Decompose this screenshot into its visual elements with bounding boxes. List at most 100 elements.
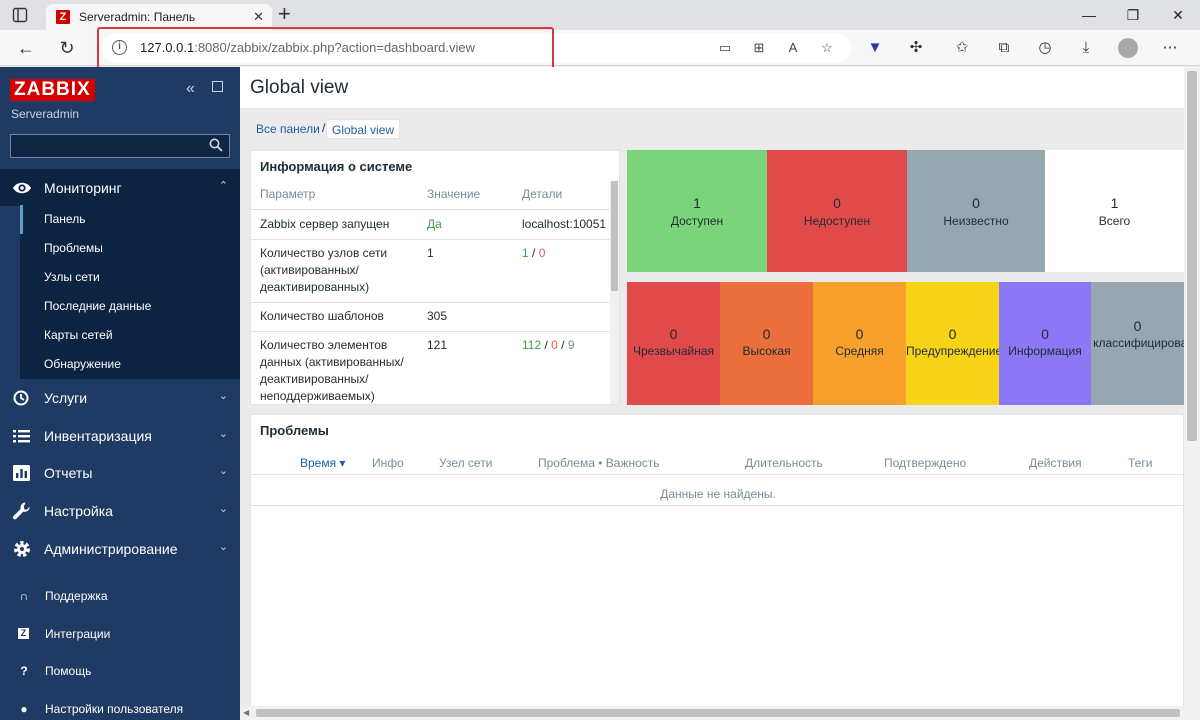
back-icon[interactable]: ← [15,37,37,59]
scroll-left-icon[interactable]: ◀ [243,708,249,717]
tile-value: 1 [693,195,701,211]
menu-item-problems[interactable]: Проблемы [20,234,240,263]
availability-tile-unknown[interactable]: 0 Неизвестно [907,150,1045,272]
divider [251,505,1183,506]
menu-item-hosts[interactable]: Узлы сети [20,263,240,292]
tab-actions-icon[interactable] [12,7,28,23]
menu-item-label: Проблемы [44,241,103,255]
kiosk-mode-icon[interactable] [212,81,223,92]
menu-administration[interactable]: Администрирование ⌄ [0,530,240,567]
collapse-sidebar-icon[interactable]: « [186,80,195,98]
unsupported-count: 9 [567,338,575,352]
availability-tile-available[interactable]: 1 Доступен [627,150,767,272]
eye-icon [13,182,31,194]
problems-widget: Проблемы Время ▾ Инфо Узел сети Проблема… [250,414,1184,720]
page-horizontal-scrollbar[interactable]: ◀ [240,706,1184,720]
menu-item-label: Карты сетей [44,328,113,342]
availability-tile-unavailable[interactable]: 0 Недоступен [767,150,907,272]
separator: / [541,338,552,352]
severity-tile-not-classified[interactable]: 0 Не классифицировано [1091,282,1184,405]
menu-label: Отчеты [44,465,93,481]
history-icon[interactable]: ◷ [1035,38,1055,58]
column-header-info: Инфо [372,456,404,470]
menu-reports[interactable]: Отчеты ⌄ [0,454,240,491]
tab-title: Serveradmin: Панель [79,10,196,24]
breadcrumb-all-dashboards[interactable]: Все панели [256,119,320,139]
menu-label: Настройка [44,503,113,519]
menu-support[interactable]: ∩ Поддержка [0,581,240,611]
tile-value: 0 [1041,326,1049,342]
tile-value: 0 [762,326,771,342]
column-header-host: Узел сети [439,456,493,470]
severity-tile-disaster[interactable]: 0 Чрезвычайная [627,282,720,405]
maximize-icon[interactable]: ❐ [1123,5,1143,25]
close-window-icon[interactable]: ✕ [1168,5,1188,25]
menu-monitoring[interactable]: Мониторинг ⌃ [0,169,240,206]
scrollbar-thumb[interactable] [256,709,1180,717]
tile-label: Всего [1098,214,1131,228]
new-tab-icon[interactable]: + [278,3,291,25]
column-header-time[interactable]: Время ▾ [300,456,345,470]
tile-value: 1 [1110,195,1119,211]
divider [251,239,619,240]
refresh-icon[interactable]: ↻ [56,37,78,59]
menu-inventory[interactable]: Инвентаризация ⌄ [0,417,240,454]
menu-item-latest-data[interactable]: Последние данные [20,292,240,321]
breadcrumb-current[interactable]: Global view [326,119,401,139]
sidebar-search-input[interactable] [10,134,230,158]
add-favorite-icon[interactable]: ☆ [818,39,836,57]
menu-item-maps[interactable]: Карты сетей [20,321,240,350]
user-icon: ● [20,702,28,716]
list-icon [13,430,30,443]
tile-value: 0 [833,195,841,211]
clock-icon [13,390,29,406]
cast-icon[interactable]: ▭ [716,39,734,57]
tile-label: Предупреждение [906,344,999,358]
severity-tile-high[interactable]: 0 Высокая [720,282,813,405]
read-aloud-icon[interactable]: A [784,39,802,57]
menu-help[interactable]: ? Помощь [0,656,240,686]
tile-label: Доступен [670,214,724,228]
tile-value: 0 [972,195,980,211]
minimize-icon[interactable]: — [1079,5,1099,25]
details-cell: 112 / 0 / 9 [522,337,575,354]
menu-item-discovery[interactable]: Обнаружение [20,350,240,379]
scrollbar-thumb[interactable] [611,181,618,291]
menu-services[interactable]: Услуги ⌄ [0,379,240,416]
scrollbar-thumb[interactable] [1187,71,1197,441]
menu-configuration[interactable]: Настройка ⌄ [0,492,240,529]
profile-icon[interactable] [1118,38,1138,58]
tile-label: Информация [1008,344,1082,358]
menu-label: Администрирование [44,541,178,557]
tile-value: 0 [948,326,957,342]
more-icon[interactable]: ⋯ [1160,38,1180,58]
extension-v-icon[interactable]: ▼ [865,38,885,58]
severity-tile-warning[interactable]: 0 Предупреждение [906,282,999,405]
availability-tile-total[interactable]: 1 Всего [1045,150,1184,272]
apps-icon[interactable]: ⊞ [750,39,768,57]
collections-icon[interactable]: ⧉ [994,38,1014,58]
close-tab-icon[interactable]: ✕ [253,10,264,24]
enabled-count: 112 [522,338,542,352]
menu-user-settings[interactable]: ● Настройки пользователя [0,694,240,720]
widget-scrollbar[interactable] [610,181,619,404]
search-icon[interactable] [209,138,223,152]
zabbix-favicon-icon: Z [56,10,70,24]
severity-tile-average[interactable]: 0 Средняя [813,282,906,405]
extensions-icon[interactable]: ✣ [906,38,926,58]
bar-chart-icon [13,465,30,481]
severity-tile-information[interactable]: 0 Информация [999,282,1091,405]
page-vertical-scrollbar[interactable] [1184,67,1200,720]
problems-by-severity-widget: 0 Чрезвычайная 0 Высокая 0 Средняя 0 Пре… [627,282,1184,405]
chevron-down-icon: ⌄ [218,541,228,553]
column-header-actions: Действия [1029,456,1082,470]
chevron-down-icon: ⌄ [218,428,228,440]
menu-item-dashboard[interactable]: Панель [20,205,240,234]
zabbix-logo[interactable]: ZABBIX [10,79,95,101]
menu-integrations[interactable]: Z Интеграции [0,619,240,649]
downloads-icon[interactable]: ⤓ [1076,38,1096,58]
favorites-icon[interactable]: ✩ [952,38,972,58]
menu-label: Инвентаризация [44,428,152,444]
footer-label: Интеграции [45,627,111,641]
tile-value: 0 [855,326,864,342]
